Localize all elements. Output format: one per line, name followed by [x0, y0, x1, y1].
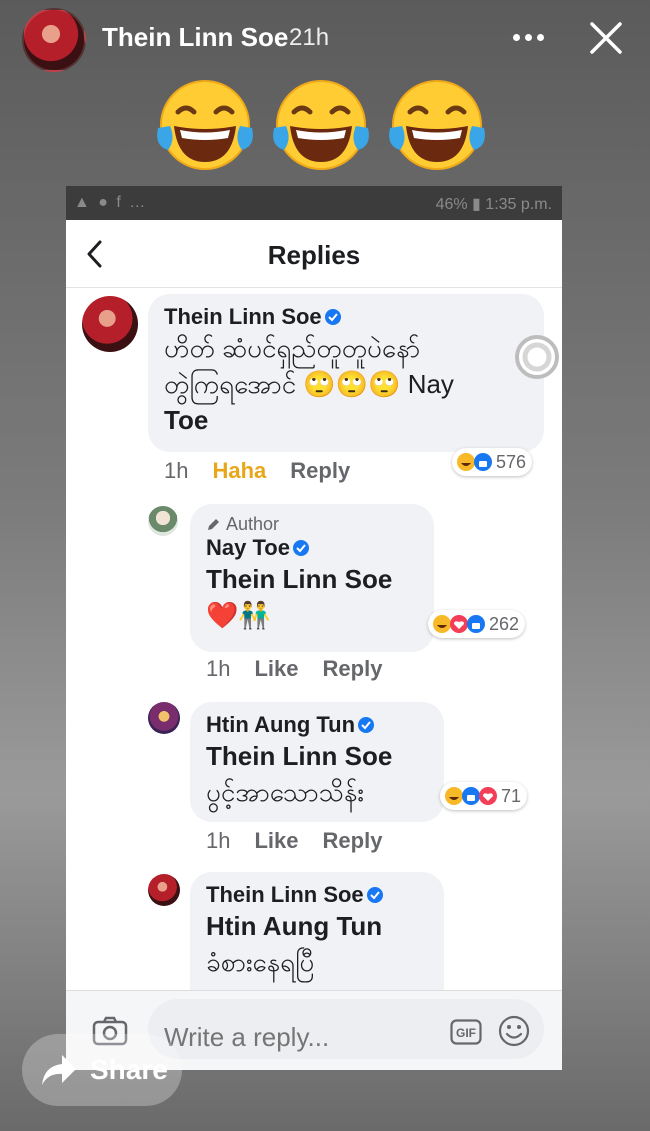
gif-label: GIF [456, 1026, 476, 1040]
reply-input[interactable] [148, 999, 544, 1059]
reaction-summary[interactable]: 71 [440, 782, 528, 810]
author-tag: Author [206, 514, 418, 535]
comment-time: 1h [206, 828, 231, 853]
reaction-count: 576 [496, 451, 527, 472]
page-title: Replies [267, 240, 361, 270]
story-timestamp: 21h [289, 24, 330, 51]
loading-spinner-icon [515, 335, 559, 379]
laughing-emoji-icon [273, 80, 369, 170]
mention-link[interactable]: Thein Linn Soe [206, 561, 418, 597]
story-header: Thein Linn Soe 21h [0, 0, 650, 80]
reply-button[interactable]: Reply [323, 828, 383, 853]
commenter-name-text: Thein Linn Soe [164, 304, 322, 329]
comment-actions: 1h Like Reply [206, 828, 406, 854]
comment-time: 1h [206, 656, 231, 681]
comment-text: ဟိတ် ဆံပင်ရှည်တူတူပဲနော် [164, 333, 421, 363]
comment-time: 1h [164, 458, 189, 483]
commenter-name-text: Htin Aung Tun [206, 712, 356, 737]
reaction-summary[interactable]: 262 [428, 610, 526, 638]
comment-bubble: Htin Aung Tun Thein Linn Soe ပွင့်အာသောသ… [190, 702, 444, 822]
reply-button[interactable]: Reply [290, 458, 350, 483]
laughing-emoji-icon [157, 80, 253, 170]
story-user-name[interactable]: Thein Linn Soe [102, 22, 288, 53]
comment-text: တွဲကြရအောင် 🙄🙄🙄 Nay [164, 369, 454, 399]
commenter-name-text: Thein Linn Soe [206, 882, 364, 907]
commenter-name[interactable]: Thein Linn Soe [206, 882, 428, 908]
share-button[interactable]: Share [22, 1034, 182, 1106]
commenter-name[interactable]: Thein Linn Soe [164, 304, 528, 330]
author-tag-label: Author [226, 514, 280, 534]
commenter-name-text: Nay Toe [206, 535, 290, 560]
pencil-icon [208, 518, 219, 530]
avatar[interactable] [82, 296, 138, 352]
status-right-text: 46% ▮ 1:35 p.m. [435, 196, 552, 213]
laughing-emoji-icon [389, 80, 485, 170]
comment-text: ခံစားနေရပြီ [206, 947, 315, 977]
share-arrow-icon [42, 1055, 76, 1085]
avatar[interactable] [22, 8, 86, 72]
avatar[interactable] [148, 874, 180, 906]
reaction-count: 262 [489, 613, 520, 634]
verified-badge-icon [292, 540, 309, 556]
emoji-picker-icon[interactable] [498, 1015, 530, 1047]
comment-bubble: Author Nay Toe Thein Linn Soe ❤️👬 [190, 504, 434, 652]
comment-actions: 1h Haha Reply [164, 458, 374, 484]
reaction-count: 71 [501, 785, 522, 806]
verified-badge-icon [366, 887, 383, 903]
avatar[interactable] [148, 506, 178, 536]
comment-text: ပွင့်အာသောသိန်း [206, 777, 364, 807]
share-label: Share [90, 1054, 168, 1085]
react-button[interactable]: Haha [212, 458, 266, 483]
reply-button[interactable]: Reply [323, 656, 383, 681]
like-reaction-icon [467, 615, 485, 633]
comment-actions: 1h Like Reply [206, 656, 406, 682]
gif-icon[interactable]: GIF [450, 1019, 482, 1045]
like-button[interactable]: Like [254, 656, 298, 681]
more-options-icon[interactable] [508, 20, 548, 54]
verified-badge-icon [324, 309, 341, 325]
phone-status-bar: ▲ ● f … 46% ▮ 1:35 p.m. [66, 186, 562, 220]
avatar[interactable] [148, 702, 180, 734]
mention-link[interactable]: Toe [164, 402, 528, 438]
verified-badge-icon [358, 717, 375, 733]
close-icon[interactable] [586, 18, 626, 58]
mention-link[interactable]: Htin Aung Tun [206, 908, 428, 944]
replies-screen: Replies Thein Linn Soe ဟိတ် ဆံပင်ရှည်တူတ… [66, 220, 562, 1070]
commenter-name[interactable]: Nay Toe [206, 535, 418, 561]
love-reaction-icon [479, 787, 497, 805]
emoji-row [150, 70, 500, 180]
commenter-name[interactable]: Htin Aung Tun [206, 712, 428, 738]
like-button[interactable]: Like [254, 828, 298, 853]
mention-link[interactable]: Thein Linn Soe [206, 738, 428, 774]
comment-text: ❤️👬 [206, 600, 271, 630]
like-reaction-icon [474, 453, 492, 471]
status-left-icons: ▲ ● f … [74, 194, 148, 211]
screen-header: Replies [66, 220, 562, 288]
comment-bubble: Thein Linn Soe ဟိတ် ဆံပင်ရှည်တူတူပဲနော် … [148, 294, 544, 452]
reaction-summary[interactable]: 576 [452, 448, 533, 476]
